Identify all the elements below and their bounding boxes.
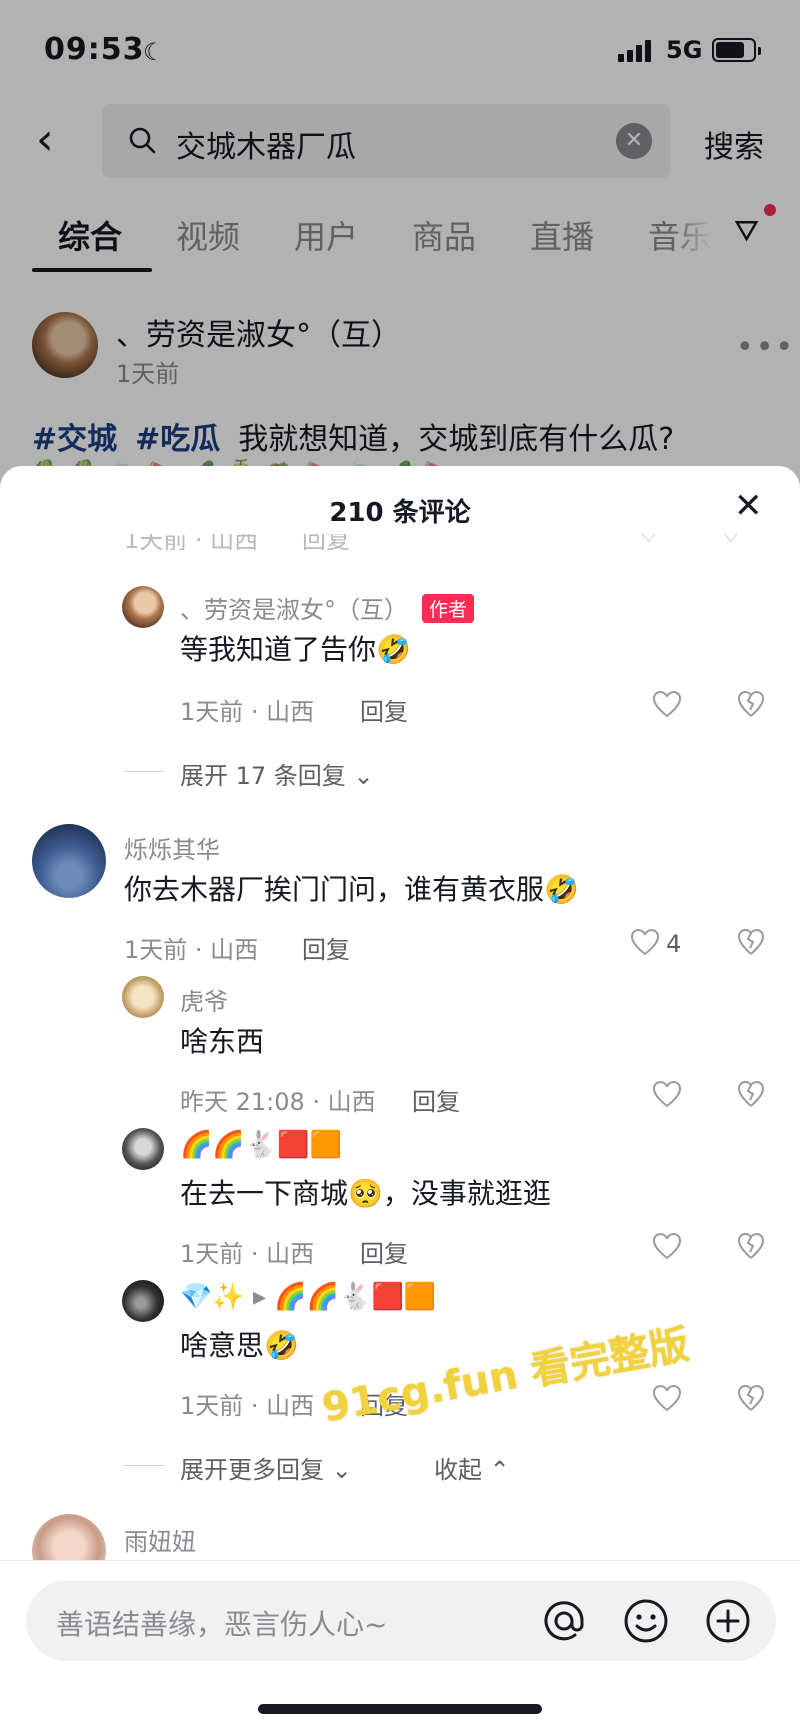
author-badge: 作者 <box>422 594 475 623</box>
reply-button[interactable]: 回复 <box>412 1082 460 1117</box>
reply-text: 等我知道了告你🤣 <box>180 633 411 666</box>
comment-username[interactable]: 烁烁其华 <box>124 830 220 865</box>
emoji-icon[interactable] <box>622 1597 670 1645</box>
reply-meta: 1天前 · 山西 <box>180 698 315 726</box>
dislike-icon[interactable] <box>737 928 765 956</box>
reply-button[interactable]: 回复 <box>360 692 408 727</box>
like-count: 4 <box>666 930 682 958</box>
heart-icon[interactable] <box>630 928 660 956</box>
comment-input[interactable]: 善语结善缘，恶言伤人心~ <box>26 1581 776 1661</box>
avatar[interactable] <box>122 976 164 1018</box>
reply-button[interactable]: 回复 <box>360 1234 408 1269</box>
dislike-icon[interactable] <box>737 690 765 718</box>
avatar[interactable] <box>32 824 106 898</box>
comment-meta: 1天前 · 山西 <box>124 936 259 964</box>
dislike-icon[interactable] <box>737 1080 765 1108</box>
chevron-down-icon: ⌄ <box>353 762 374 790</box>
reply-meta: 1天前 · 山西 <box>180 1392 315 1420</box>
chevron-down-icon: ⌄ <box>331 1456 352 1484</box>
divider <box>124 1465 164 1466</box>
avatar[interactable] <box>122 1280 164 1322</box>
dim-overlay[interactable] <box>0 0 800 520</box>
cut-off-comment-meta: 1天前 · 山西 回复 ♡ ♡ <box>124 534 742 550</box>
comment-placeholder: 善语结善缘，恶言伤人心~ <box>56 1608 388 1641</box>
comment-count-title: 210 条评论 <box>329 498 471 528</box>
expand-replies-button[interactable]: 展开 17 条回复 ⌄ <box>180 756 374 791</box>
dislike-icon[interactable] <box>737 1232 765 1260</box>
reply-text: 在去一下商城🥺，没事就逛逛 <box>180 1177 551 1210</box>
reply-meta: 1天前 · 山西 <box>180 1240 315 1268</box>
reply-button[interactable]: 回复 <box>302 930 350 965</box>
reply-meta: 昨天 21:08 · 山西 <box>180 1088 376 1116</box>
expand-more-replies-button[interactable]: 展开更多回复 ⌄ <box>180 1450 352 1485</box>
comment-sheet: 210 条评论 ✕ 1天前 · 山西 回复 ♡ ♡ 、劳资是淑女°（互） 作者 等… <box>0 466 800 1733</box>
collapse-replies-button[interactable]: 收起 ⌃ <box>434 1450 510 1485</box>
plus-icon[interactable] <box>704 1597 752 1645</box>
reply-text: 啥东西 <box>180 1025 265 1058</box>
avatar[interactable] <box>122 1128 164 1170</box>
heart-icon[interactable] <box>652 1384 682 1412</box>
chevron-up-icon: ⌃ <box>489 1456 510 1484</box>
at-icon[interactable] <box>540 1597 588 1645</box>
reply-username[interactable]: 虎爷 <box>180 982 228 1017</box>
divider <box>124 771 164 772</box>
comment-username[interactable]: 雨妞妞 <box>124 1522 196 1557</box>
close-icon[interactable]: ✕ <box>734 486 763 526</box>
watermark: 91cg.fun 看完整版 <box>318 1321 693 1432</box>
reply-username[interactable]: 💎✨ ▸ 🌈🌈🐇🟥🟧 <box>180 1282 436 1312</box>
reply-username[interactable]: 🌈🌈🐇🟥🟧 <box>180 1130 342 1160</box>
heart-icon[interactable] <box>652 1080 682 1108</box>
avatar[interactable] <box>122 586 164 628</box>
comment-text: 你去木器厂挨门门问，谁有黄衣服🤣 <box>124 873 579 906</box>
home-indicator[interactable] <box>258 1704 542 1714</box>
dislike-icon[interactable] <box>737 1384 765 1412</box>
comment-input-bar: 善语结善缘，恶言伤人心~ <box>0 1560 800 1733</box>
heart-icon[interactable] <box>652 1232 682 1260</box>
heart-icon[interactable] <box>652 690 682 718</box>
reply-username[interactable]: 、劳资是淑女°（互） 作者 <box>180 590 475 625</box>
reply-text: 啥意思🤣 <box>180 1329 299 1362</box>
